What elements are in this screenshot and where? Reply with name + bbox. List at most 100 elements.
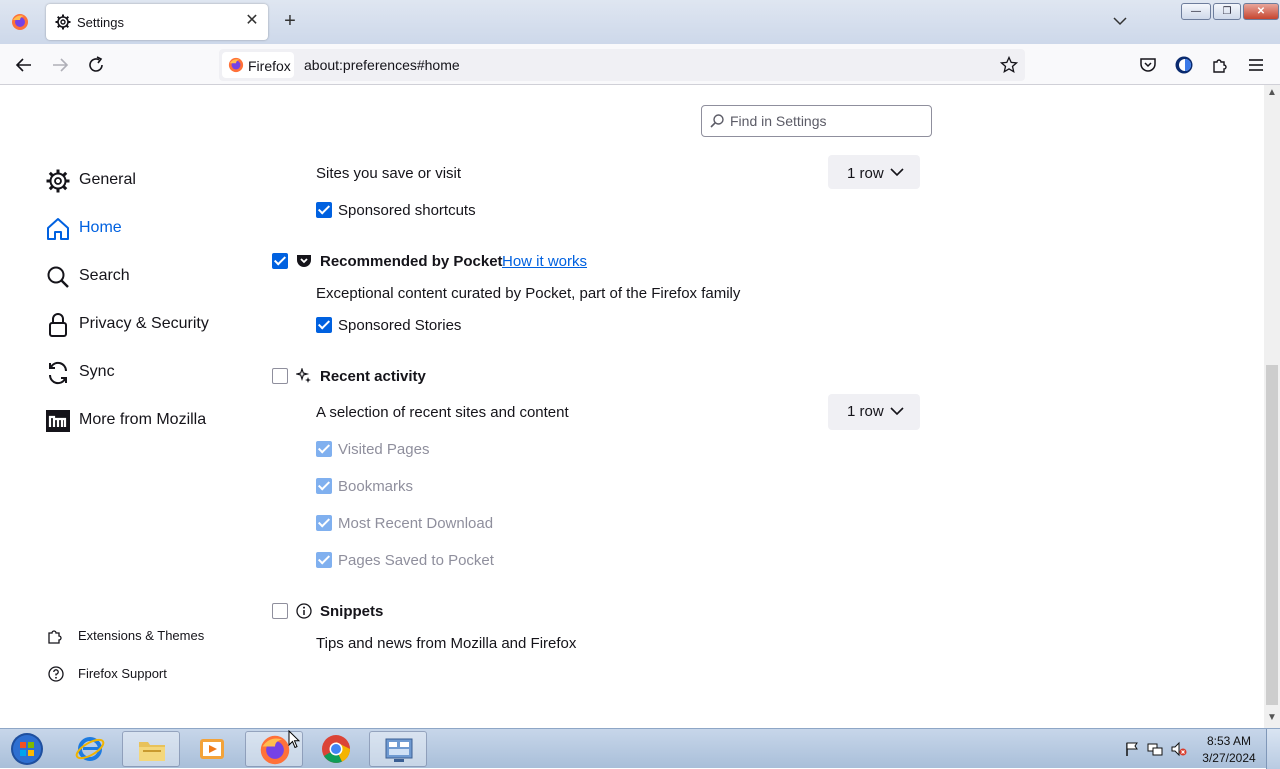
volume-muted-icon[interactable]	[1171, 741, 1187, 757]
clock-date[interactable]: 3/27/2024	[1198, 751, 1260, 765]
chrome-icon	[322, 735, 350, 763]
forward-arrow-icon[interactable]	[50, 55, 70, 75]
pages-saved-to-pocket-checkbox	[316, 552, 332, 568]
identity-box[interactable]: Firefox	[222, 52, 294, 78]
chevron-down-icon	[890, 407, 904, 416]
how-it-works-link[interactable]: How it works	[502, 253, 587, 270]
taskbar-internet-explorer[interactable]	[61, 731, 119, 767]
visited-pages-checkbox	[316, 441, 332, 457]
scroll-down-arrow-icon[interactable]: ▼	[1267, 712, 1277, 723]
help-icon	[48, 666, 64, 682]
tab-settings[interactable]: Settings ✕	[46, 4, 268, 40]
footer-link-label: Firefox Support	[78, 666, 167, 681]
most-recent-download-label: Most Recent Download	[338, 515, 494, 532]
extensions-icon[interactable]	[1210, 55, 1230, 75]
network-icon[interactable]	[1147, 741, 1163, 757]
windows-taskbar: 8:53 AM 3/27/2024	[0, 728, 1280, 769]
sponsored-shortcuts-checkbox[interactable]	[316, 202, 332, 218]
url-text[interactable]: about:preferences#home	[304, 57, 460, 73]
snippets-description: Tips and news from Mozilla and Firefox	[316, 635, 577, 652]
back-arrow-icon[interactable]	[14, 55, 34, 75]
firefox-support-link[interactable]: Firefox Support	[47, 664, 177, 684]
start-orb-icon[interactable]	[8, 731, 46, 767]
star-bookmark-icon[interactable]	[1000, 56, 1018, 74]
firefox-icon[interactable]	[11, 13, 29, 31]
search-icon	[710, 114, 724, 128]
sidebar-item-sync[interactable]: Sync	[45, 359, 125, 387]
pocket-icon[interactable]	[1138, 55, 1158, 75]
minimize-button[interactable]: —	[1181, 3, 1211, 20]
search-input[interactable]	[730, 112, 925, 130]
find-in-settings[interactable]	[701, 105, 932, 137]
sponsored-stories-label[interactable]: Sponsored Stories	[338, 317, 461, 334]
shortcuts-rows-select[interactable]: 1 row	[828, 155, 920, 189]
sidebar-item-more-from-mozilla[interactable]: More from Mozilla	[45, 407, 215, 435]
recent-rows-select[interactable]: 1 row	[828, 394, 920, 430]
pocket-checkbox[interactable]	[272, 253, 288, 269]
internet-explorer-icon	[75, 737, 105, 761]
close-tab-icon[interactable]: ✕	[243, 12, 261, 30]
sidebar-item-label: Sync	[79, 363, 115, 380]
chevron-down-icon	[890, 168, 904, 177]
recent-activity-checkbox[interactable]	[272, 368, 288, 384]
search-icon	[47, 266, 69, 288]
recent-activity-title[interactable]: Recent activity	[320, 368, 426, 385]
sidebar-item-home[interactable]: Home	[45, 215, 135, 243]
sync-icon	[48, 361, 68, 385]
snippets-checkbox[interactable]	[272, 603, 288, 619]
url-bar[interactable]: Firefox about:preferences#home	[219, 49, 1025, 81]
new-tab-button[interactable]: +	[279, 10, 301, 32]
scroll-up-arrow-icon[interactable]: ▲	[1267, 87, 1277, 98]
scroll-thumb[interactable]	[1266, 365, 1278, 705]
show-desktop-button[interactable]	[1266, 729, 1280, 769]
tab-title: Settings	[77, 15, 124, 30]
firefox-logo-icon	[228, 57, 244, 73]
navigation-toolbar: Firefox about:preferences#home	[0, 44, 1280, 85]
pages-saved-to-pocket-label: Pages Saved to Pocket	[338, 552, 494, 569]
taskbar-file-explorer[interactable]	[122, 731, 180, 767]
close-window-button[interactable]: ✕	[1243, 3, 1279, 20]
mozilla-icon	[46, 410, 70, 432]
sidebar-item-general[interactable]: General	[45, 167, 145, 195]
pocket-title[interactable]: Recommended by Pocket	[320, 253, 503, 270]
clock-time[interactable]: 8:53 AM	[1200, 734, 1258, 748]
reload-icon[interactable]	[86, 55, 106, 75]
sponsored-stories-checkbox[interactable]	[316, 317, 332, 333]
shortcuts-rows-label: Sites you save or visit	[316, 165, 462, 182]
info-icon	[296, 603, 312, 619]
hamburger-menu-icon[interactable]	[1246, 55, 1266, 75]
sponsored-shortcuts-label[interactable]: Sponsored shortcuts	[338, 202, 476, 219]
sidebar-item-label: Privacy & Security	[79, 315, 209, 332]
bookmarks-checkbox	[316, 478, 332, 494]
sidebar-item-search[interactable]: Search	[45, 263, 135, 291]
taskbar-chrome[interactable]	[307, 731, 365, 767]
extensions-themes-link[interactable]: Extensions & Themes	[47, 626, 212, 646]
folder-icon	[139, 742, 165, 761]
sidebar-item-label: General	[79, 171, 136, 188]
most-recent-download-checkbox	[316, 515, 332, 531]
taskbar-control-panel[interactable]	[369, 731, 427, 767]
chevron-down-icon[interactable]	[1111, 12, 1129, 30]
home-icon	[47, 218, 69, 240]
vertical-scrollbar[interactable]: ▲ ▼	[1264, 85, 1280, 728]
sparkle-icon	[296, 368, 311, 383]
gear-icon	[46, 169, 70, 193]
pocket-description: Exceptional content curated by Pocket, p…	[316, 285, 741, 302]
media-player-icon	[200, 739, 224, 759]
sidebar-item-privacy-security[interactable]: Privacy & Security	[45, 311, 215, 339]
identity-label: Firefox	[248, 58, 291, 74]
snippets-title[interactable]: Snippets	[320, 603, 383, 620]
action-center-flag-icon[interactable]	[1124, 741, 1140, 757]
account-icon[interactable]	[1174, 55, 1194, 75]
sidebar-item-label: Home	[79, 219, 122, 236]
maximize-button[interactable]: ❐	[1213, 3, 1241, 20]
select-value: 1 row	[847, 165, 884, 182]
taskbar-media-player[interactable]	[183, 731, 241, 767]
bookmarks-label: Bookmarks	[338, 478, 414, 495]
sidebar-item-label: Search	[79, 267, 130, 284]
footer-link-label: Extensions & Themes	[78, 628, 205, 643]
visited-pages-label: Visited Pages	[338, 441, 430, 458]
lock-icon	[49, 313, 67, 337]
control-panel-icon	[385, 738, 413, 762]
pocket-icon	[297, 255, 311, 267]
